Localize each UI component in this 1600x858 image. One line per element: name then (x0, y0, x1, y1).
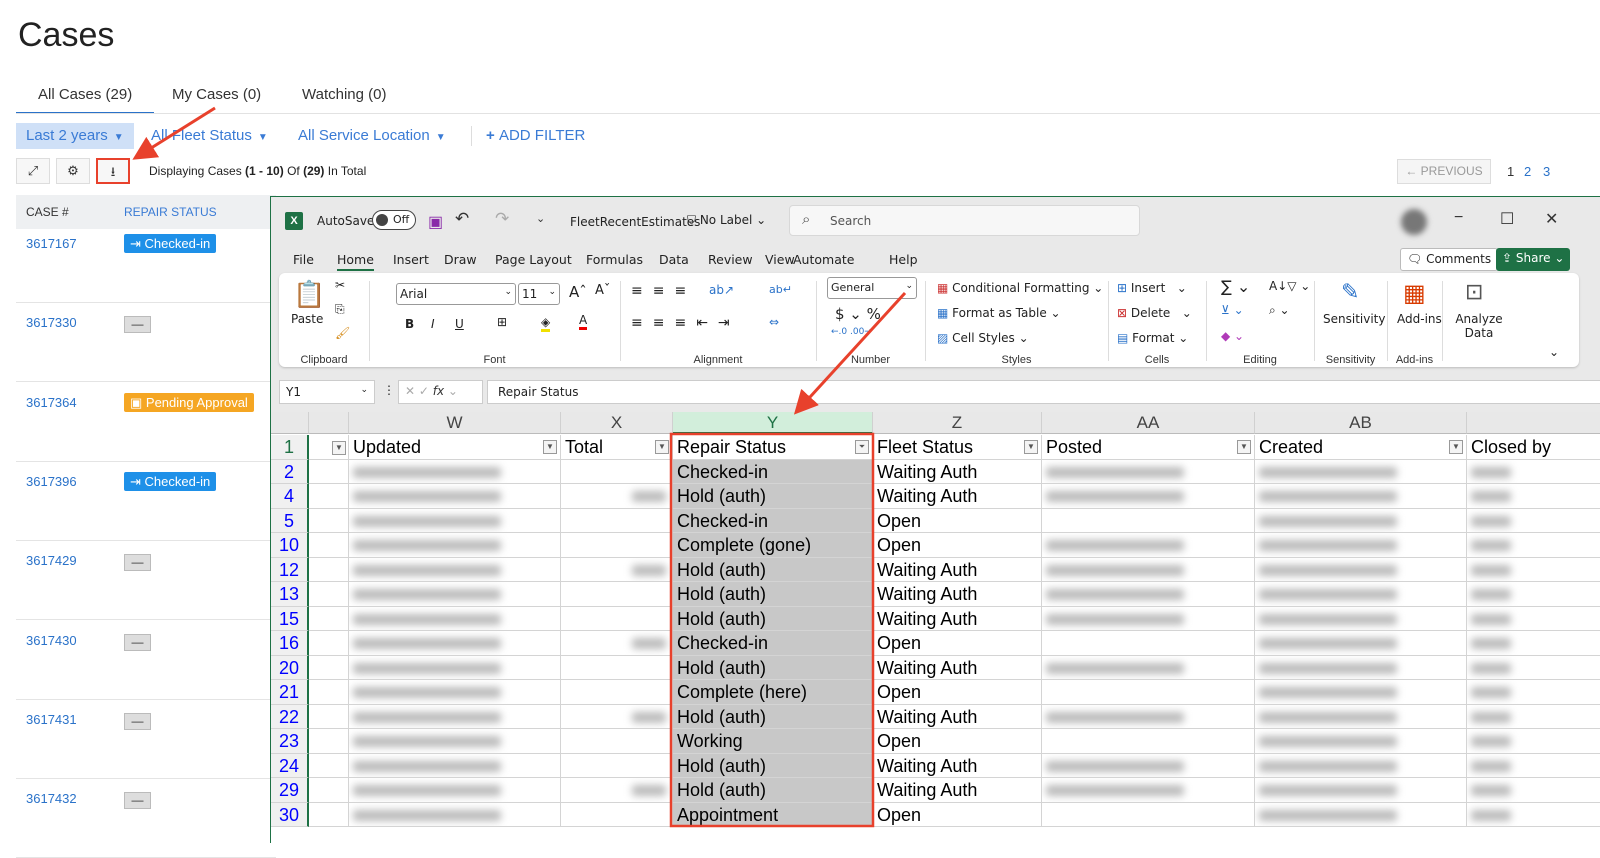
annotation-overlay (132, 106, 907, 828)
annotation-arrow (132, 106, 216, 160)
annotation-arrow (793, 291, 907, 415)
annotation-highlight-box (669, 432, 875, 828)
